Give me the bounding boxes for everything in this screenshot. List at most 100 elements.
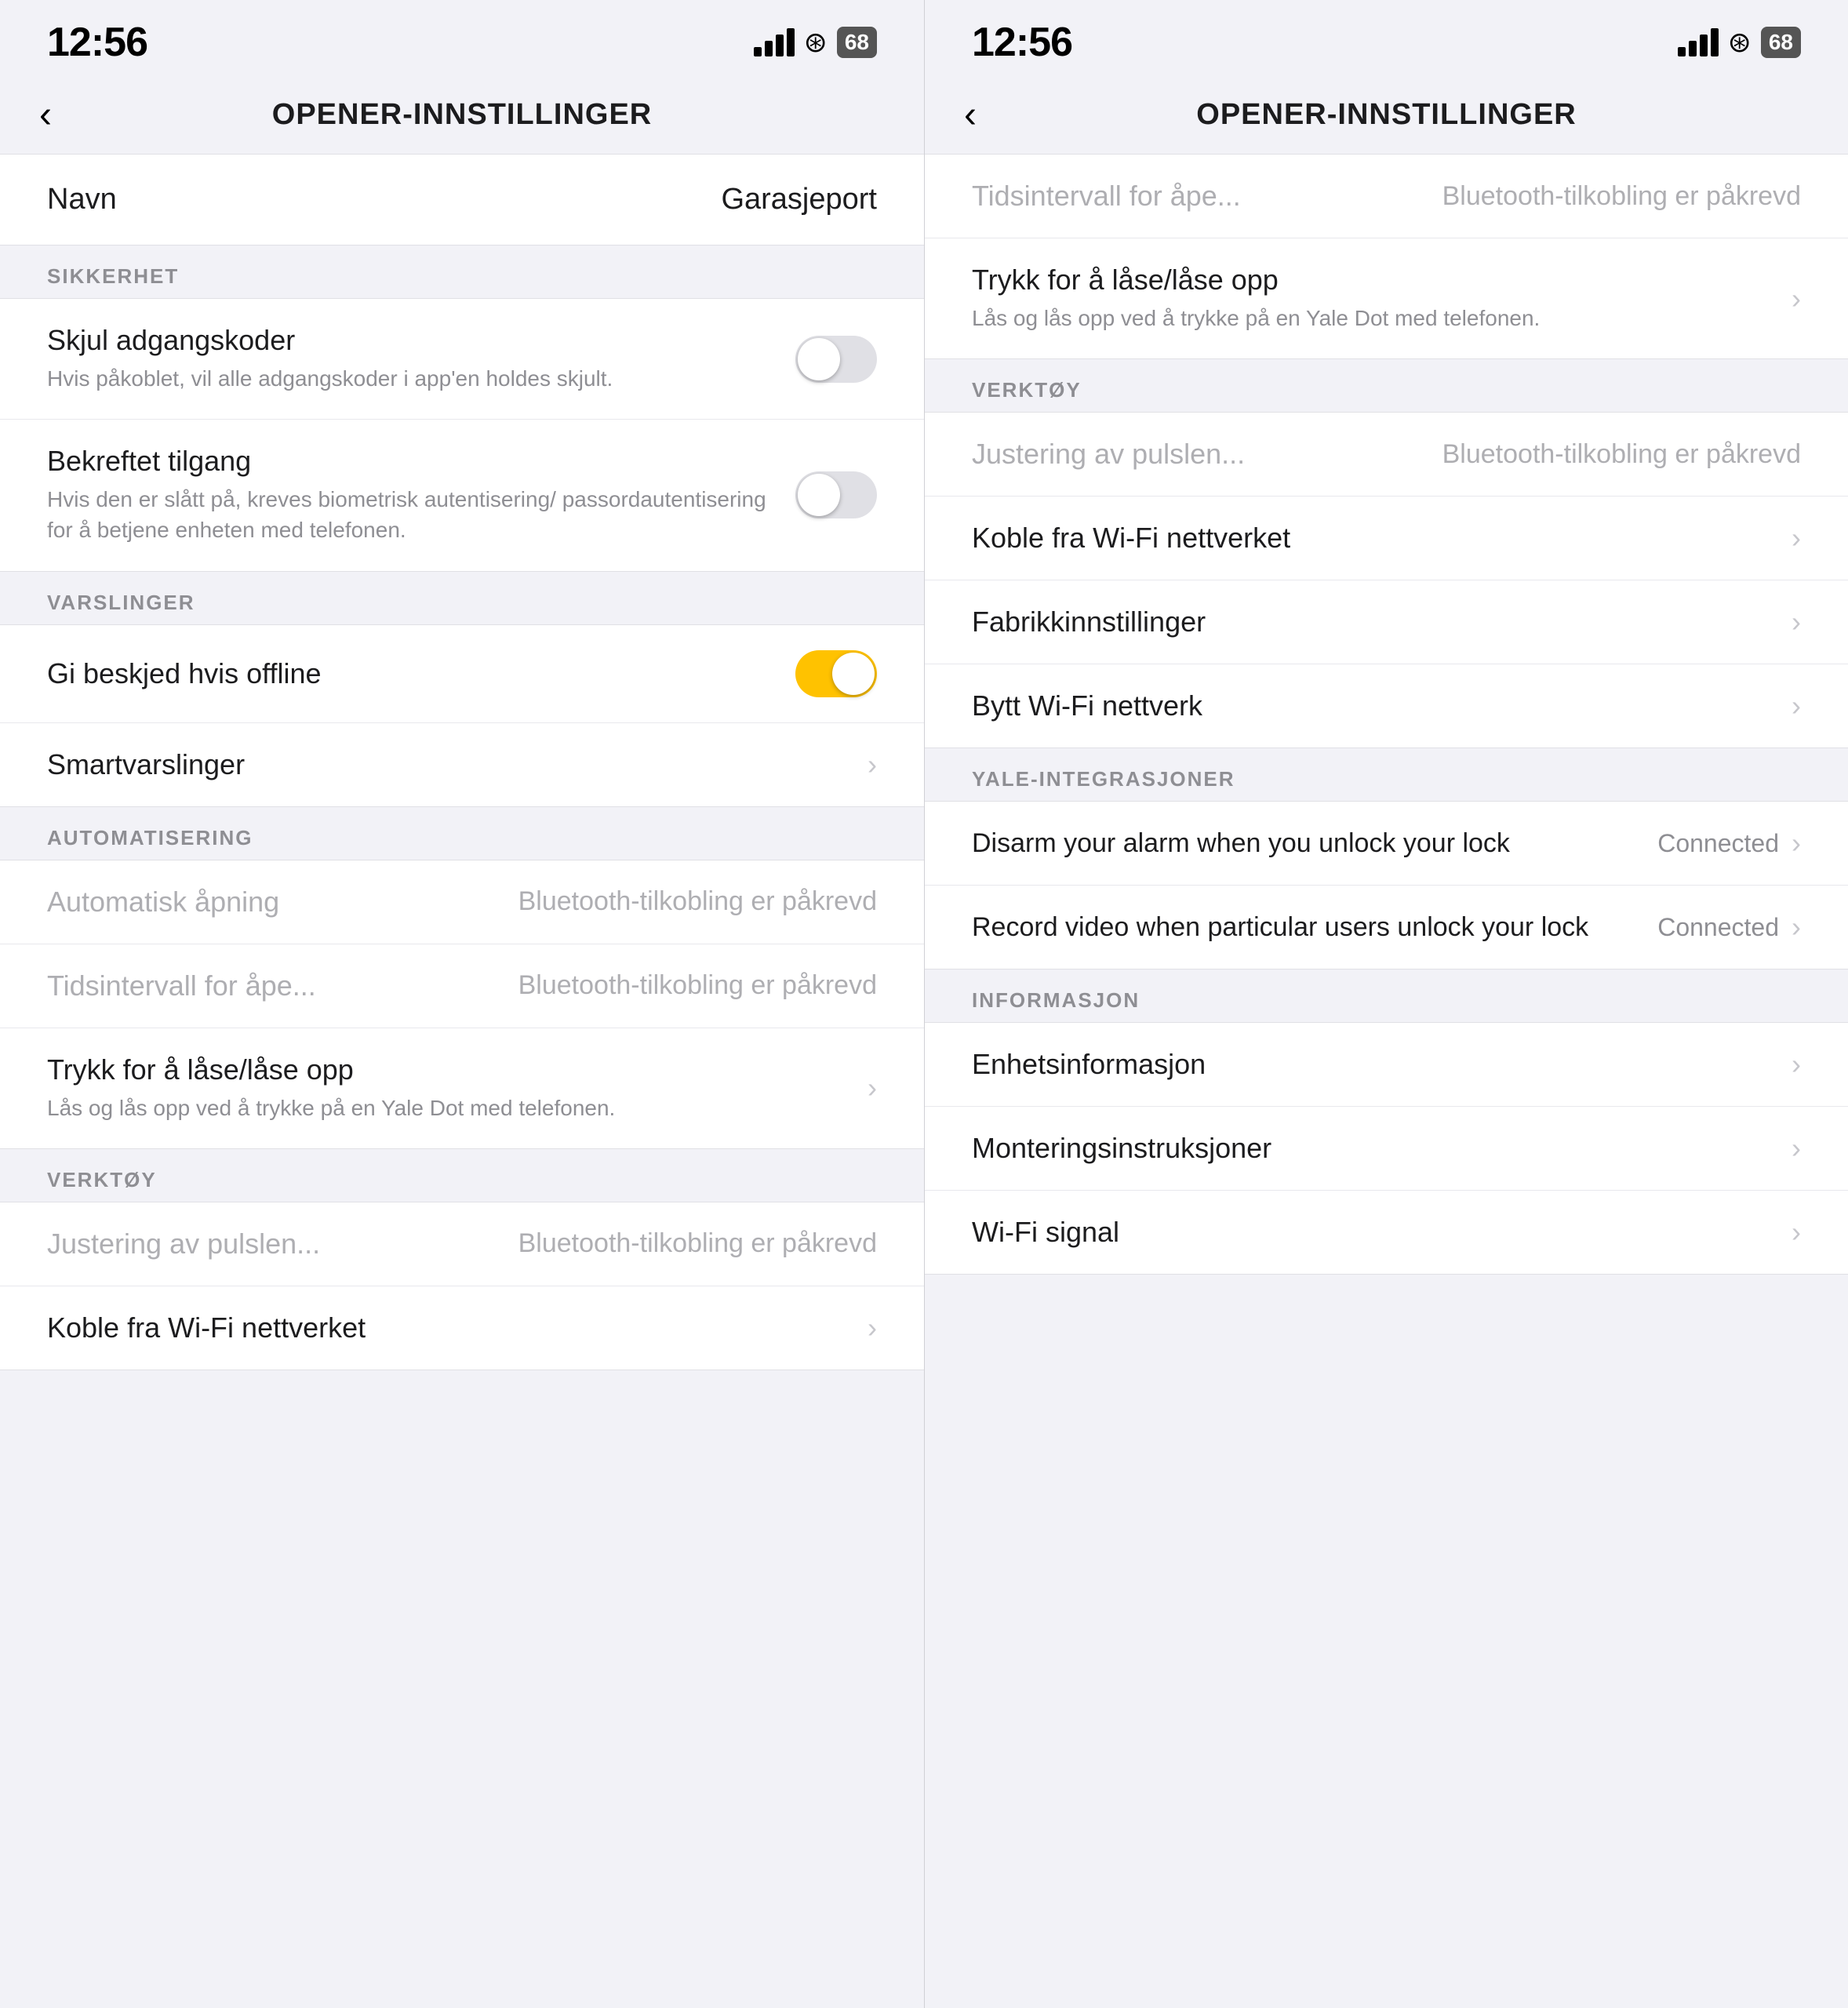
- chevron-smartvarslinger: ›: [868, 748, 877, 781]
- item-title-gi-beskjed: Gi beskjed hvis offline: [47, 657, 795, 690]
- item-title-enhet: Enhetsinformasjon: [972, 1048, 1792, 1081]
- scroll-content-right[interactable]: Tidsintervall for åpe... Bluetooth-tilko…: [925, 154, 1848, 2008]
- automatisering-group: Automatisk åpning Bluetooth-tilkobling e…: [0, 860, 924, 1149]
- chevron-disarm: ›: [1792, 827, 1801, 860]
- chevron-montering: ›: [1792, 1132, 1801, 1165]
- toggle-knob-skjul: [798, 338, 840, 380]
- list-item-enhet[interactable]: Enhetsinformasjon ›: [925, 1023, 1848, 1107]
- item-title-skjul: Skjul adgangskoder: [47, 324, 795, 357]
- list-item-tidsintervall-l: Tidsintervall for åpe... Bluetooth-tilko…: [0, 944, 924, 1028]
- sikkerhet-group: Skjul adgangskoder Hvis påkoblet, vil al…: [0, 298, 924, 572]
- scroll-content-left[interactable]: Navn Garasjeport SIKKERHET Skjul adgangs…: [0, 154, 924, 2008]
- list-item-bytt-wifi[interactable]: Bytt Wi-Fi nettverk ›: [925, 664, 1848, 748]
- list-item-fabrikk[interactable]: Fabrikkinnstillinger ›: [925, 580, 1848, 664]
- item-title-montering: Monteringsinstruksjoner: [972, 1132, 1792, 1165]
- section-header-info: INFORMASJON: [925, 969, 1848, 1022]
- nav-header-right: ‹ OPENER-INNSTILLINGER: [925, 75, 1848, 154]
- list-item-wifi-signal[interactable]: Wi-Fi signal ›: [925, 1191, 1848, 1274]
- chevron-enhet: ›: [1792, 1048, 1801, 1081]
- item-subtitle-skjul: Hvis påkoblet, vil alle adgangskoder i a…: [47, 363, 795, 394]
- item-value-auto-apning: Bluetooth-tilkobling er påkrevd: [518, 886, 877, 917]
- informasjon-group: Enhetsinformasjon › Monteringsinstruksjo…: [925, 1022, 1848, 1275]
- page-title-right: OPENER-INNSTILLINGER: [1196, 98, 1576, 132]
- item-title-fabrikk: Fabrikkinnstillinger: [972, 606, 1792, 638]
- time-right: 12:56: [972, 19, 1072, 66]
- signal-icon-right: [1678, 28, 1719, 56]
- item-title-disarm: Disarm your alarm when you unlock your l…: [972, 828, 1657, 859]
- right-panel: 12:56 ⊛ 68 ‹ OPENER-INNSTILLINGER Tidsin: [924, 0, 1848, 2008]
- list-item-montering[interactable]: Monteringsinstruksjoner ›: [925, 1107, 1848, 1191]
- section-header-sikkerhet: SIKKERHET: [0, 246, 924, 298]
- toggle-knob-bekreftet: [798, 474, 840, 516]
- list-item-disarm[interactable]: Disarm your alarm when you unlock your l…: [925, 802, 1848, 886]
- list-item-trykk-top[interactable]: Trykk for å låse/låse opp Lås og lås opp…: [925, 238, 1848, 358]
- list-item-koble-fra-r[interactable]: Koble fra Wi-Fi nettverket ›: [925, 497, 1848, 580]
- item-subtitle-trykk-l: Lås og lås opp ved å trykke på en Yale D…: [47, 1093, 868, 1123]
- chevron-trykk-l: ›: [868, 1071, 877, 1104]
- list-item-gi-beskjed[interactable]: Gi beskjed hvis offline: [0, 625, 924, 723]
- item-value-justering-r: Bluetooth-tilkobling er påkrevd: [1442, 439, 1801, 470]
- item-title-tidsintervall-l: Tidsintervall for åpe...: [47, 969, 518, 1002]
- list-item-trykk-lase-l[interactable]: Trykk for å låse/låse opp Lås og lås opp…: [0, 1028, 924, 1148]
- item-title-wifi-signal: Wi-Fi signal: [972, 1216, 1792, 1249]
- status-bar-right: 12:56 ⊛ 68: [925, 0, 1848, 75]
- chevron-koble-l: ›: [868, 1311, 877, 1344]
- list-item-koble-fra-l[interactable]: Koble fra Wi-Fi nettverket ›: [0, 1286, 924, 1370]
- section-header-varslinger: VARSLINGER: [0, 572, 924, 624]
- chevron-trykk-top: ›: [1792, 282, 1801, 315]
- list-item-record[interactable]: Record video when particular users unloc…: [925, 886, 1848, 969]
- varslinger-group: Gi beskjed hvis offline Smartvarslinger …: [0, 624, 924, 807]
- item-value-tidsintervall-top: Bluetooth-tilkobling er påkrevd: [1442, 181, 1801, 212]
- list-item-auto-apning: Automatisk åpning Bluetooth-tilkobling e…: [0, 860, 924, 944]
- item-value-tidsintervall-l: Bluetooth-tilkobling er påkrevd: [518, 970, 877, 1001]
- wifi-icon-left: ⊛: [804, 26, 828, 59]
- name-label: Navn: [47, 183, 117, 216]
- item-title-trykk-top: Trykk for å låse/låse opp: [972, 264, 1792, 296]
- top-scroll-group: Tidsintervall for åpe... Bluetooth-tilko…: [925, 154, 1848, 359]
- list-item-justering-r: Justering av pulslen... Bluetooth-tilkob…: [925, 413, 1848, 497]
- section-header-verktoy-l: VERKTØY: [0, 1149, 924, 1202]
- item-title-koble-r: Koble fra Wi-Fi nettverket: [972, 522, 1792, 555]
- connected-badge-disarm: Connected: [1657, 829, 1779, 858]
- toggle-gi-beskjed[interactable]: [795, 650, 877, 697]
- verktoy-group-r: Justering av pulslen... Bluetooth-tilkob…: [925, 412, 1848, 748]
- verktoy-group-l: Justering av pulslen... Bluetooth-tilkob…: [0, 1202, 924, 1370]
- back-button-left[interactable]: ‹: [39, 93, 52, 136]
- battery-left: 68: [837, 27, 877, 58]
- item-value-justering-l: Bluetooth-tilkobling er påkrevd: [518, 1228, 877, 1259]
- item-title-tidsintervall-top: Tidsintervall for åpe...: [972, 180, 1442, 213]
- name-row: Navn Garasjeport: [0, 154, 924, 246]
- toggle-skjul[interactable]: [795, 336, 877, 383]
- item-title-trykk-l: Trykk for å låse/låse opp: [47, 1053, 868, 1086]
- status-icons-right: ⊛ 68: [1678, 26, 1801, 59]
- signal-icon-left: [754, 28, 795, 56]
- item-subtitle-bekreftet: Hvis den er slått på, kreves biometrisk …: [47, 484, 795, 545]
- chevron-bytt-wifi: ›: [1792, 689, 1801, 722]
- status-icons-left: ⊛ 68: [754, 26, 877, 59]
- battery-right: 68: [1761, 27, 1801, 58]
- toggle-bekreftet[interactable]: [795, 471, 877, 518]
- item-title-justering-l: Justering av pulslen...: [47, 1228, 518, 1260]
- item-title-bytt-wifi: Bytt Wi-Fi nettverk: [972, 689, 1792, 722]
- item-title-record: Record video when particular users unloc…: [972, 912, 1657, 943]
- chevron-koble-r: ›: [1792, 522, 1801, 555]
- nav-header-left: ‹ OPENER-INNSTILLINGER: [0, 75, 924, 154]
- chevron-record: ›: [1792, 911, 1801, 944]
- wifi-icon-right: ⊛: [1728, 26, 1752, 59]
- item-subtitle-trykk-top: Lås og lås opp ved å trykke på en Yale D…: [972, 303, 1792, 333]
- list-item-skjul-adgangskoder[interactable]: Skjul adgangskoder Hvis påkoblet, vil al…: [0, 299, 924, 420]
- name-value: Garasjeport: [721, 183, 877, 216]
- item-title-koble-l: Koble fra Wi-Fi nettverket: [47, 1311, 868, 1344]
- item-title-smartvarslinger: Smartvarslinger: [47, 748, 868, 781]
- list-item-bekreftet[interactable]: Bekreftet tilgang Hvis den er slått på, …: [0, 420, 924, 570]
- time-left: 12:56: [47, 19, 147, 66]
- page-title-left: OPENER-INNSTILLINGER: [272, 98, 652, 132]
- list-item-tidsintervall-top: Tidsintervall for åpe... Bluetooth-tilko…: [925, 155, 1848, 238]
- section-header-auto: AUTOMATISERING: [0, 807, 924, 860]
- status-bar-left: 12:56 ⊛ 68: [0, 0, 924, 75]
- list-item-smartvarslinger[interactable]: Smartvarslinger ›: [0, 723, 924, 806]
- item-title-bekreftet: Bekreftet tilgang: [47, 445, 795, 478]
- back-button-right[interactable]: ‹: [964, 93, 977, 136]
- chevron-wifi-signal: ›: [1792, 1216, 1801, 1249]
- section-header-verktoy-r: VERKTØY: [925, 359, 1848, 412]
